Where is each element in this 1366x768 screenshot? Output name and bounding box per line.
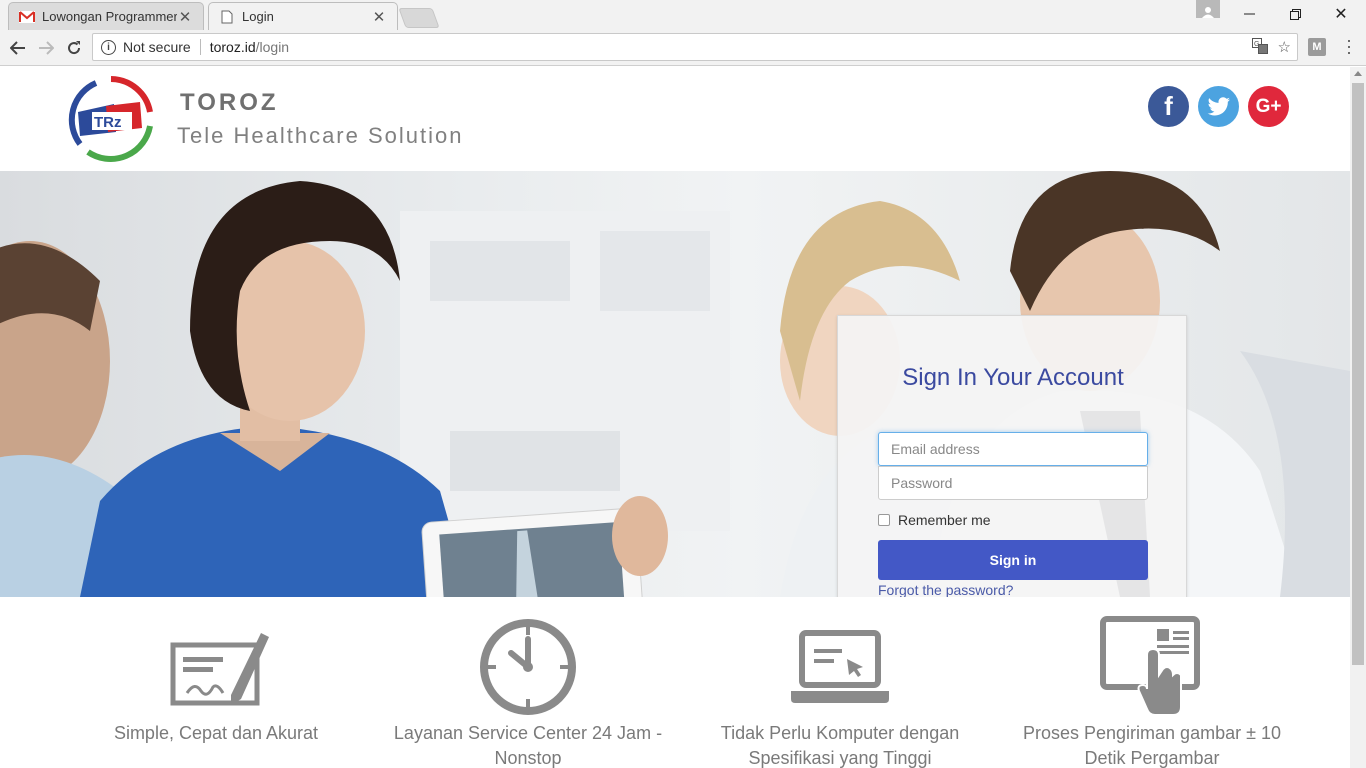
brand-tagline: Tele Healthcare Solution xyxy=(177,123,464,148)
logo-text: TRz xyxy=(94,114,122,131)
person-icon xyxy=(1202,7,1214,18)
twitter-icon xyxy=(1207,96,1230,115)
feature-item: Tidak Perlu Komputer dengan Spesifikasi … xyxy=(690,615,990,768)
bookmark-star-icon[interactable]: ☆ xyxy=(1278,38,1291,58)
forward-arrow-icon xyxy=(39,41,54,55)
security-label: Not secure xyxy=(123,39,191,55)
restore-button[interactable] xyxy=(1272,0,1318,28)
facebook-icon: f xyxy=(1164,91,1173,121)
translate-icon[interactable]: G xyxy=(1251,38,1268,58)
address-bar-row: i Not secure toroz.id/login G ☆ M · · · xyxy=(0,30,1366,66)
svg-text:G: G xyxy=(1254,41,1259,48)
tab-close-icon[interactable]: ✕ xyxy=(177,8,193,26)
page-scrollbar[interactable] xyxy=(1350,67,1366,768)
url-field[interactable]: i Not secure toroz.id/login G ☆ xyxy=(92,33,1298,61)
tab-title: Lowongan Programmer F xyxy=(42,9,177,24)
password-field[interactable] xyxy=(878,466,1148,500)
url-path: /login xyxy=(255,39,290,55)
minimize-button[interactable] xyxy=(1226,0,1272,28)
feature-item: Proses Pengiriman gambar ± 10 Detik Perg… xyxy=(1002,615,1302,768)
feature-text: Layanan Service Center 24 Jam - Nonstop xyxy=(393,723,663,768)
close-window-button[interactable]: ✕ xyxy=(1318,0,1364,28)
info-icon[interactable]: i xyxy=(101,39,116,55)
scroll-up-arrow-icon[interactable] xyxy=(1354,71,1362,76)
google-plus-button[interactable]: G+ xyxy=(1248,86,1289,127)
extension-button[interactable]: M xyxy=(1308,38,1326,56)
site-header: TRz TOROZ Tele Healthcare Solution f G+ xyxy=(0,67,1350,171)
remember-me[interactable]: Remember me xyxy=(878,512,991,528)
feature-text: Proses Pengiriman gambar ± 10 Detik Perg… xyxy=(1022,723,1281,768)
laptop-icon xyxy=(785,615,895,719)
hero-banner: Sign In Your Account Remember me Sign in… xyxy=(0,171,1350,597)
twitter-button[interactable] xyxy=(1198,86,1239,127)
remember-me-checkbox[interactable] xyxy=(878,514,890,526)
clock-icon xyxy=(473,615,583,719)
reload-icon xyxy=(68,41,81,55)
toroz-logo[interactable]: TRz xyxy=(66,74,156,164)
tab-title: Login xyxy=(242,9,274,24)
profile-button[interactable] xyxy=(1196,0,1220,18)
new-tab-button[interactable] xyxy=(398,8,440,28)
forgot-password-link[interactable]: Forgot the password? xyxy=(878,582,1013,597)
login-title: Sign In Your Account xyxy=(902,364,1124,391)
close-icon: ✕ xyxy=(1334,6,1348,23)
feature-item: Layanan Service Center 24 Jam - Nonstop xyxy=(378,615,678,768)
browser-menu-icon[interactable]: · · · xyxy=(1342,31,1356,61)
email-field[interactable] xyxy=(878,432,1148,466)
remember-me-label: Remember me xyxy=(898,512,991,528)
feature-text: Tidak Perlu Komputer dengan Spesifikasi … xyxy=(720,723,960,768)
page-icon xyxy=(219,9,235,25)
login-card: Sign In Your Account Remember me Sign in… xyxy=(837,315,1187,597)
back-arrow-icon xyxy=(10,41,25,55)
forward-button[interactable] xyxy=(34,36,58,60)
divider xyxy=(199,39,201,55)
touch-screen-icon xyxy=(1097,615,1207,719)
page-viewport: TRz TOROZ Tele Healthcare Solution f G+ xyxy=(0,67,1350,768)
back-button[interactable] xyxy=(6,36,30,60)
brand-name: TOROZ xyxy=(180,89,279,116)
signature-certificate-icon xyxy=(161,615,271,719)
sign-in-button[interactable]: Sign in xyxy=(878,540,1148,580)
tab-login[interactable]: Login ✕ xyxy=(208,2,398,30)
google-plus-icon: G+ xyxy=(1255,95,1282,117)
gmail-icon xyxy=(19,9,35,25)
browser-tab-bar: Lowongan Programmer F ✕ Login ✕ ✕ xyxy=(0,0,1366,30)
scrollbar-thumb[interactable] xyxy=(1352,83,1364,665)
feature-text: Simple, Cepat dan Akurat xyxy=(113,723,319,743)
feature-item: Simple, Cepat dan Akurat xyxy=(66,615,366,746)
reload-button[interactable] xyxy=(62,36,86,60)
tab-gmail[interactable]: Lowongan Programmer F ✕ xyxy=(8,2,204,30)
facebook-button[interactable]: f xyxy=(1148,86,1189,127)
tab-close-icon[interactable]: ✕ xyxy=(371,8,387,26)
minimize-icon xyxy=(1243,13,1255,15)
restore-icon xyxy=(1289,8,1301,20)
url-host: toroz.id xyxy=(209,39,256,55)
